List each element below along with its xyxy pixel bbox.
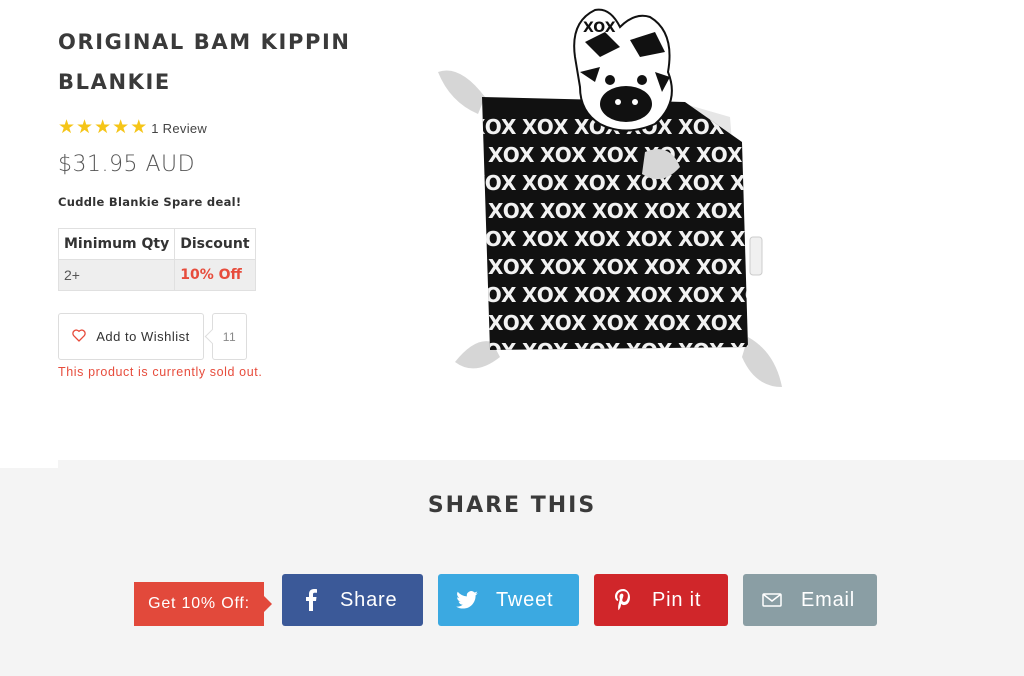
product-info: ORIGINAL BAM KIPPIN BLANKIE ★ ★ ★ ★ ★ 1 … (57, 22, 378, 379)
print-pattern-text: XOX (488, 311, 535, 335)
product-image[interactable]: XOX XOX XOX XOX XOX XOX XOX XOX XOX XOX XOX XOX XOX X… (430, 2, 800, 402)
print-pattern-text: XOX (540, 255, 587, 279)
product-title: ORIGINAL BAM KIPPIN BLANKIE (58, 22, 378, 102)
pinterest-pin-button[interactable]: Pin it (594, 574, 728, 626)
print-pattern-text: XOX (730, 115, 777, 139)
header-min-qty: Minimum Qty (57, 228, 176, 260)
wishlist-row: Add to Wishlist 11 (58, 313, 378, 360)
print-pattern-text: XOX (540, 199, 587, 223)
print-pattern-text: XOX (678, 283, 725, 307)
review-count-link[interactable]: 1 Review (151, 121, 207, 136)
print-pattern-text: XOX (592, 255, 639, 279)
print-pattern-text: XOX (696, 311, 743, 335)
star-rating: ★ ★ ★ ★ ★ (58, 118, 147, 138)
header-discount: Discount (174, 228, 256, 260)
share-section: SHARE THIS Get 10% Off: Share Tweet Pin (0, 460, 1024, 676)
discount-table-header: Minimum Qty Discount (57, 228, 256, 260)
sold-out-message: This product is currently sold out. (58, 365, 263, 379)
print-pattern-text: XOX (574, 283, 621, 307)
print-pattern-text: XOX (644, 199, 691, 223)
print-pattern-text: XOX (574, 227, 621, 251)
email-share-button[interactable]: Email (743, 574, 877, 626)
print-pattern-text: XOX (574, 171, 621, 195)
print-pattern-text: XOX (678, 171, 725, 195)
star-icon: ★ (112, 117, 130, 138)
pinterest-pin-label: Pin it (652, 588, 702, 611)
facebook-share-button[interactable]: Share (282, 574, 423, 626)
print-pattern-text: XOX (522, 227, 569, 251)
print-pattern-text: XOX (540, 311, 587, 335)
share-title: SHARE THIS (427, 493, 597, 518)
print-pattern-text: XOX (696, 255, 743, 279)
print-pattern-text: XOX (488, 143, 535, 167)
share-buttons: Get 10% Off: Share Tweet Pin it Email (134, 574, 892, 626)
print-pattern-text: XOX (522, 283, 569, 307)
envelope-icon (743, 593, 801, 607)
print-pattern-text: XOX (748, 143, 795, 167)
print-pattern-text: XOX (522, 115, 569, 139)
print-pattern-text: XOX (626, 227, 673, 251)
section-gap (0, 460, 58, 468)
print-pattern-text: XOX (522, 339, 569, 363)
star-icon: ★ (76, 117, 94, 138)
print-pattern-text: XOX (626, 339, 673, 363)
wishlist-label: Add to Wishlist (96, 329, 190, 344)
print-pattern-text: XOX (644, 311, 691, 335)
product-page: ORIGINAL BAM KIPPIN BLANKIE ★ ★ ★ ★ ★ 1 … (0, 0, 1024, 676)
print-pattern-text: XOX (488, 199, 535, 223)
print-pattern-text: XOX (644, 255, 691, 279)
print-pattern-text: XOX (470, 171, 517, 195)
print-pattern-text: XOX (522, 171, 569, 195)
promo-badge: Get 10% Off: (134, 582, 272, 626)
print-pattern-text: XOX (540, 143, 587, 167)
product-title-line2: BLANKIE (58, 70, 171, 94)
pinterest-icon (594, 589, 652, 611)
print-pattern-text: XOX (592, 199, 639, 223)
print-pattern-text: XOX (488, 255, 535, 279)
facebook-icon (282, 589, 340, 611)
print-pattern-text: XOX (592, 143, 639, 167)
discount-table: Minimum Qty Discount 2+ 10% Off (57, 228, 256, 291)
table-row: 2+ 10% Off (57, 259, 256, 291)
twitter-tweet-label: Tweet (496, 588, 554, 611)
facebook-share-label: Share (340, 588, 398, 611)
print-pattern-text: XOX (678, 339, 725, 363)
star-icon: ★ (94, 117, 112, 138)
product-title-line1: ORIGINAL BAM KIPPIN (58, 30, 351, 54)
star-icon: ★ (130, 117, 148, 138)
wishlist-count: 11 (212, 313, 247, 360)
product-price: $31.95 AUD (58, 152, 196, 177)
twitter-tweet-button[interactable]: Tweet (438, 574, 579, 626)
print-pattern-text: XOX (574, 339, 621, 363)
print-pattern-text: XOX (696, 199, 743, 223)
add-to-wishlist-button[interactable]: Add to Wishlist (58, 313, 204, 360)
heart-icon (72, 328, 86, 345)
email-share-label: Email (801, 588, 856, 611)
print-pattern-text: XOX (626, 283, 673, 307)
print-pattern-text: XOX (730, 171, 777, 195)
cell-discount: 10% Off (174, 259, 256, 291)
print-pattern-text: XOX (748, 311, 795, 335)
print-pattern-text: XOX (678, 227, 725, 251)
print-pattern-text: XOX (748, 199, 795, 223)
print-pattern-text: XOX (470, 115, 517, 139)
product-rating[interactable]: ★ ★ ★ ★ ★ 1 Review (58, 118, 378, 138)
star-icon: ★ (58, 117, 76, 138)
print-pattern-text: XOX (592, 311, 639, 335)
print-pattern-text: XOX (730, 283, 777, 307)
twitter-icon (438, 591, 496, 609)
print-pattern-text: XOX (470, 227, 517, 251)
print-pattern-text: XOX (470, 283, 517, 307)
print-pattern-text: XOX (696, 143, 743, 167)
product-print-text: XOX (583, 20, 616, 36)
deal-text: Cuddle Blankie Spare deal! (58, 195, 242, 209)
cell-min-qty: 2+ (57, 259, 176, 291)
